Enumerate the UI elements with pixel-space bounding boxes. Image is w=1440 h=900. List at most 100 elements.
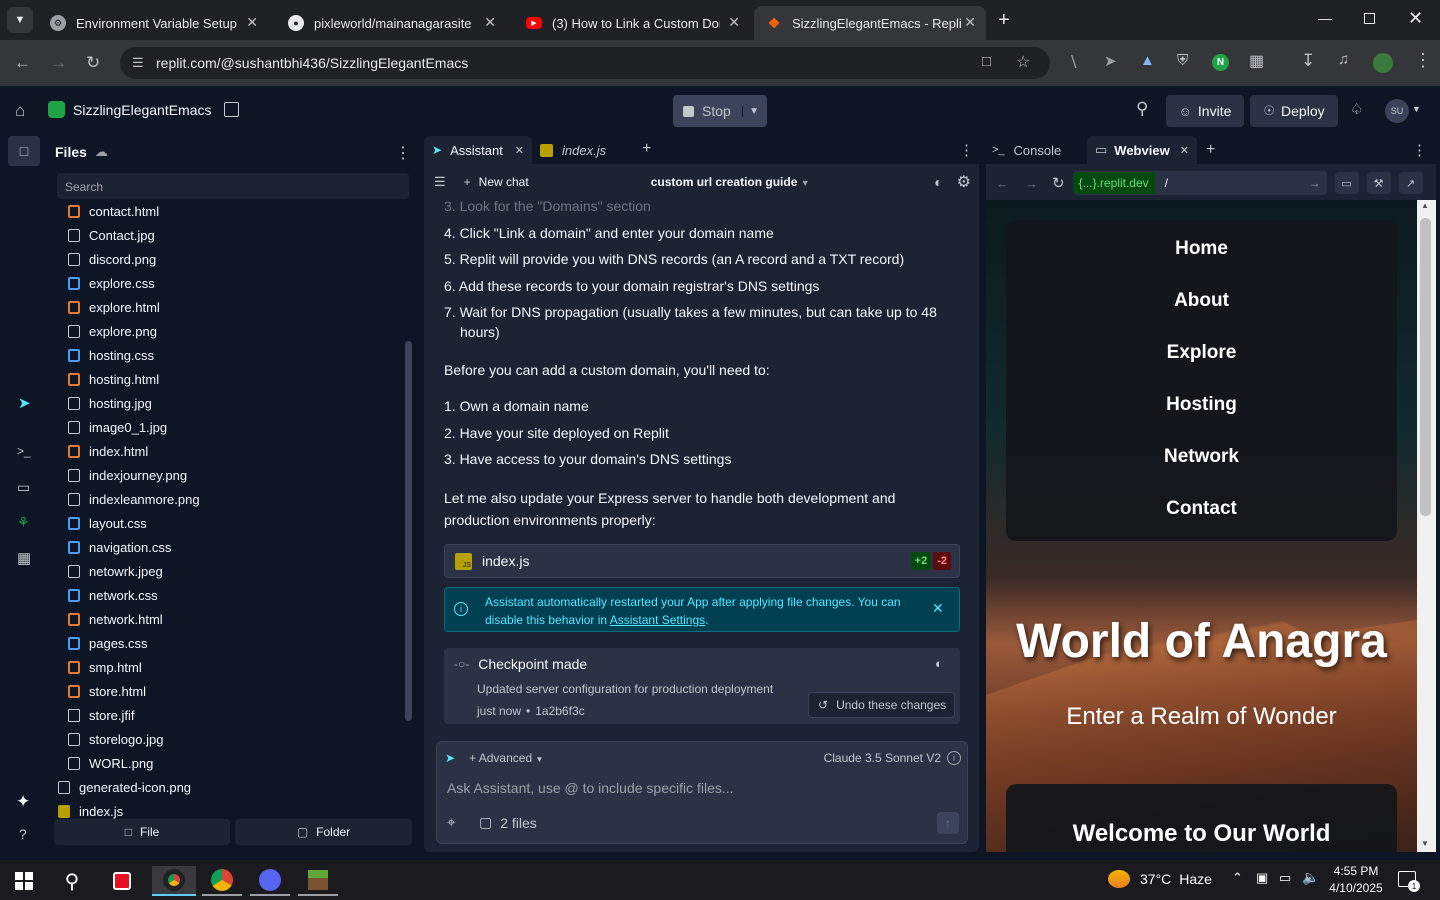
- extension-shield-icon[interactable]: ⛨: [1177, 52, 1188, 69]
- webview-reload-icon[interactable]: ↻: [1052, 174, 1065, 192]
- pane-menu-icon[interactable]: ⋮: [1412, 141, 1427, 159]
- file-tree-item[interactable]: store.jfif: [68, 703, 398, 727]
- chat-input[interactable]: Ask Assistant, use @ to include specific…: [447, 780, 947, 796]
- file-tree-item[interactable]: explore.css: [68, 271, 398, 295]
- file-tree-item[interactable]: generated-icon.png: [58, 775, 398, 799]
- weather-widget[interactable]: 37°C Haze: [1108, 870, 1212, 888]
- scroll-down-icon[interactable]: ▼: [1421, 839, 1429, 848]
- file-tree-item[interactable]: store.html: [68, 679, 398, 703]
- invite-button[interactable]: ☺ Invite: [1166, 95, 1244, 127]
- search-icon[interactable]: ⚲: [52, 866, 92, 896]
- chat-title-dropdown[interactable]: custom url creation guide ▼: [651, 175, 810, 189]
- volume-icon[interactable]: 🔈: [1302, 869, 1319, 886]
- file-tree-item[interactable]: layout.css: [68, 511, 398, 535]
- site-nav-link[interactable]: Home: [1006, 223, 1397, 275]
- browser-tab-3[interactable]: ❖ SizzlingElegantEmacs - Replit ✕: [754, 6, 986, 40]
- assistant-settings-link[interactable]: Assistant Settings: [610, 613, 705, 627]
- model-selector[interactable]: Claude 3.5 Sonnet V2: [824, 751, 941, 765]
- start-button[interactable]: [4, 866, 44, 896]
- close-tab-icon[interactable]: ✕: [964, 14, 976, 31]
- file-tree-item[interactable]: navigation.css: [68, 535, 398, 559]
- repl-info-icon[interactable]: [224, 102, 239, 117]
- tab-search-button[interactable]: ▼: [7, 7, 33, 33]
- network-icon[interactable]: ▭: [1279, 870, 1291, 886]
- send-button[interactable]: ↑: [937, 812, 959, 834]
- shell-icon[interactable]: >_: [17, 444, 31, 458]
- extension-cursor-icon[interactable]: ➤: [1104, 52, 1117, 70]
- deploy-button[interactable]: ☉ Deploy: [1250, 95, 1338, 127]
- close-tab-icon[interactable]: ✕: [484, 14, 496, 31]
- files-search-input[interactable]: Search: [57, 173, 409, 199]
- close-tab-icon[interactable]: ✕: [1180, 144, 1189, 157]
- history-menu-icon[interactable]: ☰: [434, 174, 446, 190]
- close-icon[interactable]: ✕: [932, 600, 944, 617]
- usage-gauge-icon[interactable]: ◐: [934, 174, 942, 190]
- back-icon[interactable]: ←: [14, 53, 31, 73]
- git-icon[interactable]: ⚘: [17, 514, 30, 531]
- tab-console[interactable]: >_ Console: [992, 136, 1061, 164]
- file-tree-item[interactable]: contact.html: [68, 199, 398, 223]
- close-window-button[interactable]: ✕: [1408, 8, 1423, 29]
- close-tab-icon[interactable]: ✕: [515, 144, 524, 157]
- go-icon[interactable]: →: [1309, 176, 1321, 190]
- webview-back-icon[interactable]: ←: [996, 176, 1009, 191]
- extension-slash-icon[interactable]: ∖: [1068, 52, 1078, 72]
- file-tree-item[interactable]: indexjourney.png: [68, 463, 398, 487]
- taskbar-chrome-active-icon[interactable]: [152, 866, 196, 896]
- reload-icon[interactable]: ↻: [86, 53, 100, 73]
- rollback-gauge-icon[interactable]: ◐: [935, 656, 943, 671]
- settings-gear-icon[interactable]: ⚙: [957, 172, 971, 192]
- devtools-icon[interactable]: ⚒: [1366, 172, 1391, 194]
- browser-tab-1[interactable]: ● pixleworld/mainanagarasite ✕: [276, 6, 506, 40]
- files-toggle-icon[interactable]: □: [8, 136, 40, 166]
- attach-icon[interactable]: ⌖: [447, 814, 455, 831]
- new-folder-button[interactable]: ▢ Folder: [235, 819, 412, 845]
- taskbar-discord-icon[interactable]: [250, 866, 290, 896]
- bookmark-star-icon[interactable]: ☆: [1016, 52, 1030, 72]
- new-chat-button[interactable]: + New chat: [464, 175, 529, 189]
- files-menu-icon[interactable]: ⋮: [395, 143, 411, 163]
- webview-forward-icon[interactable]: →: [1025, 176, 1038, 191]
- tab-webview[interactable]: ▭ Webview ✕: [1087, 136, 1197, 164]
- file-tree-item[interactable]: explore.png: [68, 319, 398, 343]
- attached-files-button[interactable]: ▢ 2 files: [479, 814, 537, 831]
- assistant-icon[interactable]: ➤: [18, 394, 31, 412]
- tab-assistant[interactable]: ➤ Assistant ✕: [424, 136, 532, 164]
- tab-index-js[interactable]: index.js: [536, 136, 636, 164]
- file-change-card[interactable]: JS index.js +2 -2: [444, 544, 960, 578]
- file-tree-item[interactable]: pages.css: [68, 631, 398, 655]
- file-tree-item[interactable]: storelogo.jpg: [68, 727, 398, 751]
- webview-icon[interactable]: ▭: [17, 479, 30, 496]
- taskbar-chrome-icon[interactable]: [202, 866, 242, 896]
- download-icon[interactable]: ↧: [1301, 51, 1315, 71]
- undo-changes-button[interactable]: ↺ Undo these changes: [808, 692, 955, 718]
- taskbar-minecraft-icon[interactable]: [298, 866, 338, 896]
- webview-url-bar[interactable]: {...}.replit.dev / →: [1072, 171, 1327, 195]
- file-tree-item[interactable]: explore.html: [68, 295, 398, 319]
- stop-button[interactable]: Stop ▼: [673, 95, 767, 127]
- file-tree-item[interactable]: netowrk.jpeg: [68, 559, 398, 583]
- model-info-icon[interactable]: i: [947, 751, 961, 765]
- webview-scrollbar-thumb[interactable]: [1420, 218, 1431, 516]
- file-tree-item[interactable]: WORL.png: [68, 751, 398, 775]
- site-nav-link[interactable]: Network: [1006, 431, 1397, 483]
- site-nav-link[interactable]: Explore: [1006, 327, 1397, 379]
- site-nav-link[interactable]: About: [1006, 275, 1397, 327]
- tools-grid-icon[interactable]: ▦: [17, 549, 31, 567]
- devices-icon[interactable]: ▭: [1334, 172, 1359, 194]
- chrome-menu-icon[interactable]: ⋮: [1414, 50, 1432, 71]
- bell-icon[interactable]: ♤: [1350, 100, 1363, 118]
- close-tab-icon[interactable]: ✕: [246, 14, 258, 31]
- sparkle-icon[interactable]: ✦: [16, 792, 30, 812]
- browser-tab-0[interactable]: ⚙ Environment Variable Setup ✕: [38, 6, 268, 40]
- search-icon[interactable]: ⚲: [1136, 99, 1148, 119]
- home-icon[interactable]: ⌂: [15, 101, 25, 121]
- advanced-dropdown[interactable]: + Advanced ▼: [469, 751, 543, 765]
- media-control-icon[interactable]: ♫: [1338, 51, 1349, 68]
- file-tree-item[interactable]: hosting.css: [68, 343, 398, 367]
- file-tree-item[interactable]: indexleanmore.png: [68, 487, 398, 511]
- profile-avatar[interactable]: [1373, 53, 1393, 73]
- forward-icon[interactable]: →: [50, 53, 67, 73]
- address-bar[interactable]: ☰ replit.com/@sushantbhi436/SizzlingEleg…: [120, 47, 1050, 79]
- new-file-button[interactable]: □ File: [54, 819, 230, 845]
